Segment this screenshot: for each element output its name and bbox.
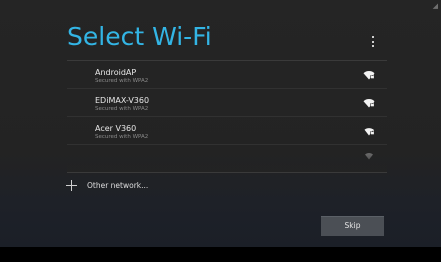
- list-divider: [67, 172, 387, 173]
- wifi-network-item[interactable]: EDiMAX-V360 Secured with WPA2: [67, 89, 387, 117]
- wifi-signal-locked-icon: [363, 99, 375, 108]
- wifi-network-list[interactable]: AndroidAP Secured with WPA2 EDiMAX-V360 …: [67, 61, 387, 173]
- plus-icon: [66, 180, 77, 191]
- wifi-status-icon: ◢: [432, 2, 438, 10]
- network-name: EDiMAX-V360: [95, 96, 150, 105]
- wifi-network-item[interactable]: [67, 145, 387, 173]
- network-security-status: Secured with WPA2: [95, 106, 149, 112]
- wifi-network-item[interactable]: Acer V360 Secured with WPA2: [67, 117, 387, 145]
- other-network-label: Other network...: [87, 181, 149, 190]
- network-security-status: Secured with WPA2: [95, 78, 149, 84]
- wifi-signal-locked-icon: [363, 71, 375, 80]
- wifi-signal-locked-icon: [364, 128, 375, 136]
- page-title: Select Wi-Fi: [67, 22, 212, 51]
- wifi-setup-panel: ◢ Select Wi-Fi AndroidAP Secured with WP…: [0, 0, 441, 247]
- network-name: AndroidAP: [95, 68, 137, 77]
- overflow-menu-icon[interactable]: [372, 36, 375, 47]
- other-network-button[interactable]: Other network...: [62, 176, 242, 196]
- wifi-signal-locked-icon: [365, 152, 373, 160]
- network-security-status: Secured with WPA2: [95, 134, 149, 140]
- network-name: Acer V360: [95, 124, 137, 133]
- setup-screen: ◢ Select Wi-Fi AndroidAP Secured with WP…: [0, 0, 441, 262]
- wifi-network-item[interactable]: AndroidAP Secured with WPA2: [67, 61, 387, 89]
- skip-button[interactable]: Skip: [321, 216, 384, 236]
